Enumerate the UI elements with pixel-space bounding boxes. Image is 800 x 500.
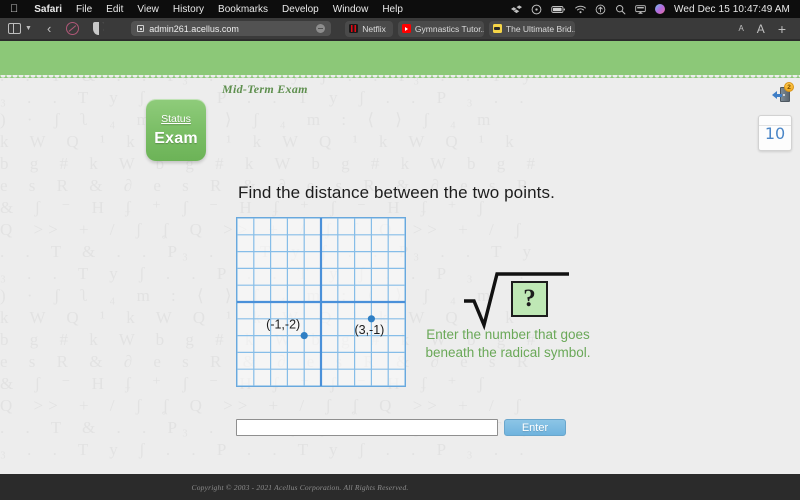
page-settings-icon[interactable] — [137, 25, 145, 32]
tab-label: Netflix — [362, 23, 386, 34]
tab-strip: Netflix Gymnastics Tutor... The Ultimate… — [345, 20, 575, 37]
wifi-icon[interactable] — [575, 4, 586, 15]
bridge-favicon — [492, 24, 502, 33]
decrease-font-button[interactable]: A — [738, 24, 743, 33]
graph-point-label: (-1,-2) — [266, 318, 300, 332]
radicand-placeholder-box: ? — [511, 281, 548, 317]
coordinate-graph: (-1,-2) (3,-1) — [236, 217, 406, 387]
new-tab-button[interactable]: + — [778, 22, 786, 36]
tab-label: Gymnastics Tutor... — [414, 23, 484, 34]
menu-help[interactable]: Help — [375, 4, 410, 15]
status-badge[interactable]: Status Exam — [146, 99, 206, 161]
exam-title: Mid-Term Exam — [222, 82, 308, 96]
answer-input[interactable] — [236, 419, 498, 436]
macos-menubar:  Safari File Edit View History Bookmark… — [0, 0, 800, 18]
answer-row: Enter — [236, 419, 566, 436]
tab-ultimate-bridge[interactable]: The Ultimate Brid... — [488, 20, 575, 37]
timemachine-icon[interactable] — [531, 4, 542, 15]
software-update-icon[interactable] — [595, 4, 606, 15]
extension-icon[interactable] — [66, 22, 80, 35]
graph-point — [367, 315, 375, 323]
chevron-down-icon[interactable]: ▼ — [25, 25, 32, 32]
privacy-shield-icon[interactable] — [93, 22, 105, 35]
question-counter: 10 — [758, 115, 792, 151]
netflix-favicon — [349, 24, 359, 33]
exit-door-icon[interactable]: 2 — [772, 82, 794, 105]
screen:  Safari File Edit View History Bookmark… — [0, 0, 800, 500]
instruction-text: Enter the number that goes beneath the r… — [425, 327, 591, 360]
tab-label: The Ultimate Brid... — [505, 23, 575, 34]
search-icon[interactable] — [615, 4, 626, 15]
green-header-band — [0, 41, 800, 81]
tab-gymnastics-tutor[interactable]: Gymnastics Tutor... — [397, 20, 484, 37]
status-badge-value: Exam — [154, 129, 198, 147]
menu-develop[interactable]: Develop — [275, 4, 326, 15]
dropbox-icon[interactable] — [511, 4, 523, 15]
menu-view[interactable]: View — [130, 4, 166, 15]
menubar-clock[interactable]: Wed Dec 15 10:47:49 AM — [674, 4, 790, 15]
battery-icon[interactable] — [551, 4, 566, 15]
radical-expression: ? — [464, 269, 569, 331]
question-text: Find the distance between the two points… — [238, 183, 555, 202]
url-text: admin261.acellus.com — [149, 23, 239, 34]
exit-badge: 2 — [784, 82, 794, 92]
copyright-text: Copyright © 2003 - 2021 Acellus Corporat… — [191, 482, 409, 492]
menubar-status-area: Wed Dec 15 10:47:49 AM — [511, 4, 794, 15]
menu-history[interactable]: History — [166, 4, 211, 15]
safari-toolbar: ▼ ‹ admin261.acellus.com Netflix Gymnast… — [0, 18, 800, 40]
toolbar-right-controls: A A + — [738, 22, 792, 36]
increase-font-button[interactable]: A — [757, 22, 765, 36]
axis-lines — [237, 218, 405, 386]
back-button-icon[interactable]: ‹ — [47, 22, 51, 35]
graph-point — [300, 332, 308, 340]
tab-netflix[interactable]: Netflix — [345, 20, 393, 37]
menu-window[interactable]: Window — [326, 4, 376, 15]
graph-svg: (-1,-2) (3,-1) — [237, 218, 405, 386]
menu-bookmarks[interactable]: Bookmarks — [211, 4, 275, 15]
acellus-page: Q >> + / ʃ ʆ Q >> + / ʃ ʆ Q >> + / ʃ . .… — [0, 41, 800, 500]
siri-icon[interactable] — [655, 4, 666, 14]
stop-reload-icon[interactable] — [316, 24, 326, 33]
menu-safari[interactable]: Safari — [27, 4, 69, 15]
graph-point-label: (3,-1) — [354, 323, 384, 337]
sidebar-toggle-icon[interactable] — [8, 23, 21, 34]
menu-file[interactable]: File — [69, 4, 99, 15]
radicand-placeholder: ? — [523, 285, 536, 312]
youtube-favicon — [401, 24, 411, 33]
status-badge-label: Status — [161, 112, 191, 125]
exit-arrow-shape — [772, 91, 782, 99]
enter-button[interactable]: Enter — [504, 419, 566, 436]
page-footer: Copyright © 2003 - 2021 Acellus Corporat… — [0, 474, 800, 500]
address-bar[interactable]: admin261.acellus.com — [131, 21, 332, 36]
airplay-icon[interactable] — [635, 4, 646, 15]
menu-edit[interactable]: Edit — [99, 4, 130, 15]
apple-logo-icon[interactable]:  — [10, 3, 18, 15]
